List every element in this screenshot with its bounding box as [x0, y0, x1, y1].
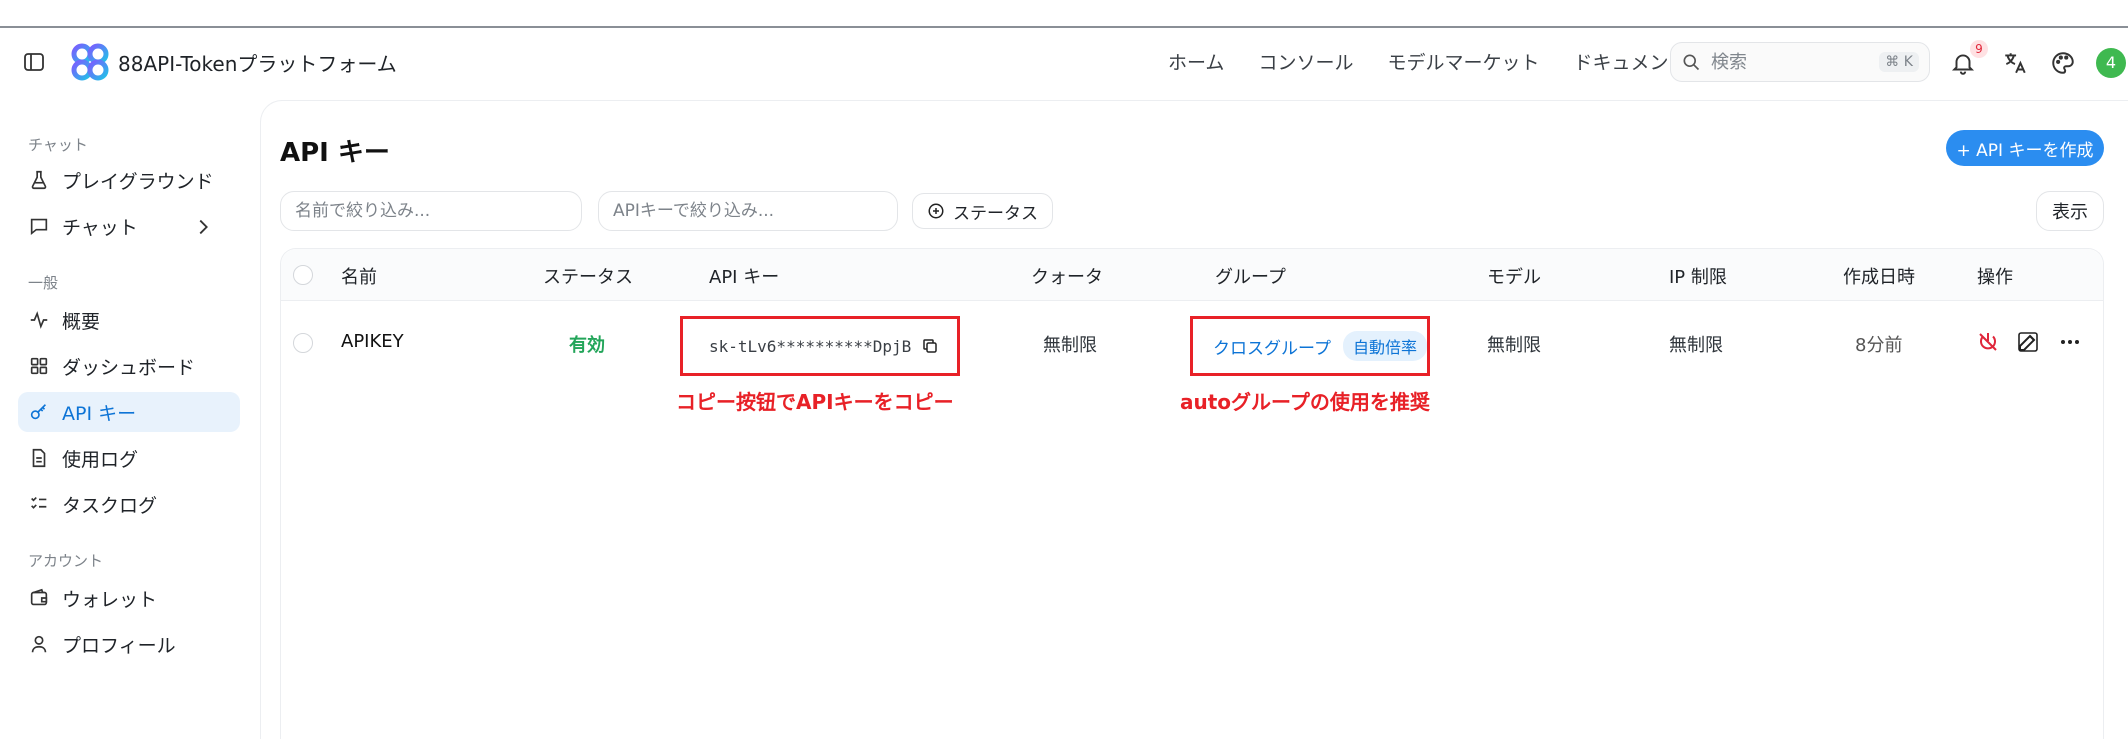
grid-icon — [30, 357, 48, 375]
row-status: 有効 — [569, 335, 605, 356]
sidebar-item-label: API キー — [62, 402, 137, 425]
palette-icon[interactable] — [2050, 50, 2076, 76]
key-filter[interactable] — [598, 191, 898, 231]
select-all-checkbox[interactable] — [293, 265, 313, 285]
sidebar-item-playground[interactable]: プレイグラウンド — [18, 160, 240, 200]
edit-icon[interactable] — [2016, 330, 2040, 354]
row-created: 8分前 — [1855, 335, 1903, 356]
sidebar-item-profile[interactable]: プロフィール — [18, 624, 240, 664]
column-api-key[interactable]: API キー — [709, 263, 779, 289]
search-shortcut: ⌘ K — [1879, 52, 1919, 72]
brand-name[interactable]: 88API-Tokenプラットフォーム — [118, 48, 397, 77]
sidebar-item-api-keys[interactable]: API キー — [18, 392, 240, 432]
chevron-right-icon — [199, 219, 208, 235]
document-icon — [32, 448, 46, 468]
page-title: API キー — [280, 138, 390, 168]
sidebar-item-label: ダッシュボード — [62, 356, 196, 379]
sidebar: チャット プレイグラウンド チャット 一般 概要 ダッシュボード API キー … — [0, 100, 250, 739]
copy-icon[interactable] — [921, 337, 939, 355]
api-key-cell-highlight: sk-tLv6**********DpjB — [680, 316, 960, 376]
key-icon — [30, 404, 47, 420]
top-header: 88API-Tokenプラットフォーム ホーム コンソール モデルマーケット ド… — [0, 30, 2128, 96]
sidebar-item-label: プロフィール — [62, 634, 176, 657]
brand-logo-icon[interactable] — [70, 42, 110, 82]
checklist-icon — [31, 496, 47, 509]
row-checkbox[interactable] — [293, 333, 313, 353]
column-ip-limit[interactable]: IP 制限 — [1669, 263, 1727, 289]
sidebar-item-label: プレイグラウンド — [62, 170, 214, 193]
sidebar-toggle-icon[interactable] — [22, 50, 46, 74]
plus-circle-icon — [928, 203, 944, 219]
sidebar-item-label: 使用ログ — [62, 448, 139, 471]
sidebar-item-task-log[interactable]: タスクログ — [18, 484, 240, 524]
nav-console[interactable]: コンソール — [1258, 48, 1353, 75]
status-filter-label: ステータス — [953, 203, 1038, 224]
name-filter[interactable] — [280, 191, 582, 231]
window-top-edge — [0, 0, 2128, 28]
row-model: 無制限 — [1487, 335, 1541, 356]
sidebar-item-usage-log[interactable]: 使用ログ — [18, 438, 240, 478]
sidebar-section-account: アカウント — [28, 552, 104, 570]
user-icon — [31, 635, 47, 653]
sidebar-section-chat: チャット — [28, 136, 88, 154]
nav-model-market[interactable]: モデルマーケット — [1387, 48, 1539, 75]
sidebar-section-general: 一般 — [28, 274, 59, 292]
group-link[interactable]: クロスグループ — [1213, 334, 1331, 359]
column-quota[interactable]: クォータ — [1031, 263, 1103, 289]
search-input[interactable] — [1711, 51, 1871, 73]
chat-icon — [30, 218, 48, 236]
column-status[interactable]: ステータス — [543, 263, 633, 289]
key-filter-input[interactable] — [613, 201, 883, 221]
sidebar-item-label: チャット — [62, 216, 138, 239]
name-filter-input[interactable] — [295, 201, 567, 221]
disable-icon[interactable] — [1976, 330, 2000, 354]
sidebar-item-overview[interactable]: 概要 — [18, 300, 240, 340]
activity-icon — [30, 311, 48, 329]
annotation-group-hint: autoグループの使用を推奨 — [1180, 390, 1430, 414]
column-group[interactable]: グループ — [1215, 263, 1286, 289]
sidebar-item-label: 概要 — [62, 310, 101, 333]
table-header: 名前 ステータス API キー クォータ グループ モデル IP 制限 作成日時… — [281, 249, 2103, 301]
sidebar-item-wallet[interactable]: ウォレット — [18, 578, 240, 618]
group-tag: 自動倍率 — [1342, 331, 1427, 361]
column-model[interactable]: モデル — [1487, 263, 1541, 289]
create-api-key-button[interactable]: + API キーを作成 — [1946, 130, 2104, 166]
view-options-button[interactable]: 表示 — [2036, 191, 2104, 231]
avatar[interactable]: 4 — [2096, 48, 2126, 78]
api-key-value: sk-tLv6**********DpjB — [709, 336, 912, 356]
sidebar-item-label: ウォレット — [62, 588, 158, 611]
wallet-icon — [30, 588, 48, 606]
more-icon[interactable] — [2058, 330, 2082, 354]
top-nav: ホーム コンソール モデルマーケット ドキュメント — [1168, 48, 1687, 75]
search-icon — [1683, 54, 1700, 71]
row-name: APIKEY — [341, 331, 404, 352]
flask-icon — [31, 170, 47, 190]
group-cell-highlight: クロスグループ 自動倍率 — [1190, 316, 1430, 376]
column-created[interactable]: 作成日時 — [1843, 263, 1915, 289]
column-actions: 操作 — [1977, 267, 2013, 288]
sidebar-item-label: タスクログ — [62, 494, 158, 517]
search-box[interactable]: ⌘ K — [1670, 42, 1930, 82]
sidebar-item-chat[interactable]: チャット — [18, 206, 240, 246]
sidebar-item-dashboard[interactable]: ダッシュボード — [18, 346, 240, 386]
nav-home[interactable]: ホーム — [1168, 48, 1224, 75]
row-ip-limit: 無制限 — [1669, 335, 1723, 356]
translate-icon[interactable] — [2002, 50, 2028, 76]
notification-badge: 9 — [1970, 40, 1988, 58]
annotation-copy-hint: コピー按钮でAPIキーをコピー — [676, 390, 954, 414]
column-name[interactable]: 名前 — [341, 263, 377, 289]
row-quota: 無制限 — [1043, 335, 1097, 356]
status-filter-button[interactable]: ステータス — [912, 193, 1053, 229]
